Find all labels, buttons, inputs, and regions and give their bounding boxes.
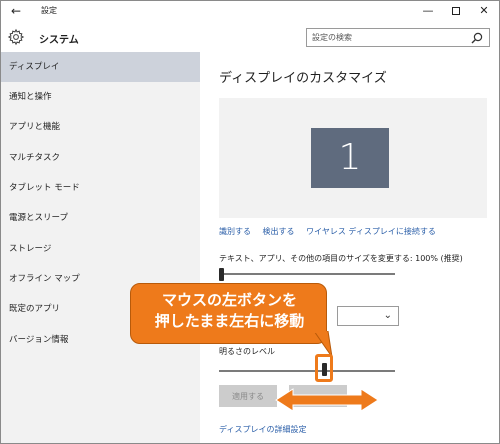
gear-icon — [7, 28, 25, 46]
double-arrow-icon — [275, 388, 379, 412]
scale-label: テキスト、アプリ、その他の項目のサイズを変更する: 100% (推奨) — [219, 254, 463, 263]
orientation-dropdown[interactable]: ⌄ — [337, 306, 399, 326]
main-panel: ディスプレイのカスタマイズ 1 識別する 検出する ワイヤレス ディスプレイに接… — [201, 52, 499, 443]
advanced-display-settings-link[interactable]: ディスプレイの詳細設定 — [219, 424, 306, 435]
window-title: 設定 — [41, 6, 57, 15]
page-title: ディスプレイのカスタマイズ — [219, 71, 387, 86]
sidebar-item-display[interactable]: ディスプレイ — [1, 52, 200, 82]
wireless-display-link[interactable]: ワイヤレス ディスプレイに接続する — [306, 227, 436, 236]
search-input[interactable] — [312, 30, 462, 45]
brightness-slider-track[interactable] — [219, 370, 395, 372]
apply-button[interactable]: 適用する — [219, 385, 277, 407]
slider-thumb-highlight — [315, 354, 333, 382]
section-title: システム — [39, 35, 79, 46]
back-button[interactable]: ← — [7, 3, 25, 19]
sidebar-item-tablet-mode[interactable]: タブレット モード — [1, 173, 200, 203]
sidebar: ディスプレイ 通知と操作 アプリと機能 マルチタスク タブレット モード 電源と… — [1, 52, 200, 443]
scale-slider-track[interactable] — [219, 273, 395, 275]
sidebar-item-power-sleep[interactable]: 電源とスリープ — [1, 203, 200, 233]
close-button[interactable]: ✕ — [470, 1, 498, 21]
detect-link[interactable]: 検出する — [263, 227, 295, 236]
monitor-tile[interactable]: 1 — [311, 128, 389, 188]
search-box[interactable] — [306, 28, 490, 47]
sidebar-item-notifications[interactable]: 通知と操作 — [1, 82, 200, 112]
header: システム — [1, 22, 499, 52]
sidebar-item-multitasking[interactable]: マルチタスク — [1, 143, 200, 173]
scale-slider-thumb[interactable] — [219, 268, 224, 281]
display-preview: 1 — [219, 98, 487, 218]
minimize-button[interactable]: — — [414, 1, 442, 21]
maximize-button[interactable] — [442, 1, 470, 21]
title-bar: ← 設定 — ✕ — [1, 1, 499, 22]
sidebar-item-apps-features[interactable]: アプリと機能 — [1, 112, 200, 142]
brightness-label: 明るさのレベル — [219, 347, 275, 356]
chevron-down-icon: ⌄ — [383, 310, 392, 321]
identify-link[interactable]: 識別する — [219, 227, 251, 236]
search-icon[interactable] — [471, 32, 483, 44]
sidebar-item-storage[interactable]: ストレージ — [1, 234, 200, 264]
display-links: 識別する 検出する ワイヤレス ディスプレイに接続する — [219, 226, 445, 237]
callout-text: マウスの左ボタンを 押したまま左右に移動 — [154, 291, 305, 330]
instruction-callout: マウスの左ボタンを 押したまま左右に移動 — [130, 283, 327, 344]
maximize-icon — [452, 7, 460, 15]
settings-window: ← 設定 — ✕ システム ディスプレイ 通知と操作 アプリと機能 マルチタスク… — [0, 0, 500, 444]
